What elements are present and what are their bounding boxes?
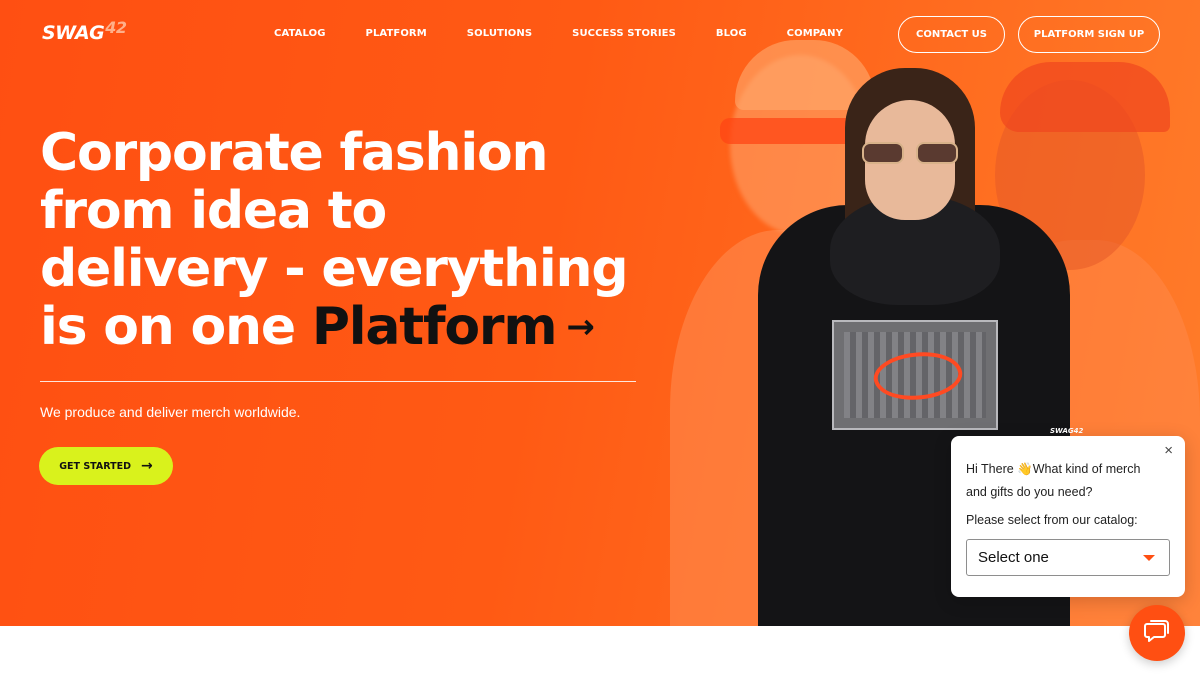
chat-greeting: Hi There 👋What kind of merch and gifts d…: [966, 458, 1171, 504]
catalog-select-value: Select one: [978, 549, 1049, 566]
nav-catalog[interactable]: CATALOG: [274, 28, 326, 39]
nav-blog[interactable]: BLOG: [716, 28, 747, 39]
arrow-right-icon: →: [141, 458, 153, 474]
get-started-label: GET STARTED: [59, 460, 132, 472]
hero-headline: Corporate fashion from idea to delivery …: [40, 124, 680, 362]
chat-bubble-icon: [1144, 620, 1169, 642]
chat-greeting-line-1: Hi There 👋What kind of merch: [966, 462, 1141, 476]
nav-solutions[interactable]: SOLUTIONS: [467, 28, 532, 39]
close-icon[interactable]: ×: [1164, 442, 1173, 459]
model-sunglasses: [862, 142, 958, 164]
chat-popup: × Hi There 👋What kind of merch and gifts…: [951, 436, 1185, 597]
headline-line-1: Corporate fashion: [40, 123, 548, 183]
main-nav: CATALOG PLATFORM SOLUTIONS SUCCESS STORI…: [274, 28, 843, 39]
contact-us-button[interactable]: CONTACT US: [898, 16, 1005, 53]
chat-prompt: Please select from our catalog:: [966, 513, 1138, 527]
hoodie-brand-tag: SWAG42: [1050, 427, 1084, 435]
headline-line-4: is on one Platform →: [40, 298, 680, 362]
chat-launcher-button[interactable]: [1129, 605, 1185, 661]
chevron-down-icon: [1143, 555, 1155, 561]
below-fold: [0, 626, 1200, 676]
headline-line-4-prefix: is on one: [40, 297, 296, 357]
logo-text: SWAG: [42, 22, 105, 44]
get-started-button[interactable]: GET STARTED →: [39, 447, 173, 485]
catalog-select[interactable]: Select one: [966, 539, 1170, 576]
headline-arrow-icon: →: [566, 307, 595, 347]
headline-line-3: delivery - everything: [40, 239, 629, 299]
headline-line-2: from idea to: [40, 181, 387, 241]
hoodie-print: [832, 320, 998, 430]
logo[interactable]: SWAG42: [42, 18, 127, 44]
nav-company[interactable]: COMPANY: [787, 28, 843, 39]
background-model-right-cap: [1000, 62, 1170, 132]
nav-platform[interactable]: PLATFORM: [366, 28, 427, 39]
divider: [40, 381, 636, 382]
logo-number: 42: [105, 18, 127, 37]
chat-greeting-line-2: and gifts do you need?: [966, 485, 1093, 499]
nav-success-stories[interactable]: SUCCESS STORIES: [572, 28, 676, 39]
hero-subtext: We produce and deliver merch worldwide.: [40, 404, 301, 420]
headline-highlight: Platform: [311, 297, 558, 357]
platform-sign-up-button[interactable]: PLATFORM SIGN UP: [1018, 16, 1160, 53]
